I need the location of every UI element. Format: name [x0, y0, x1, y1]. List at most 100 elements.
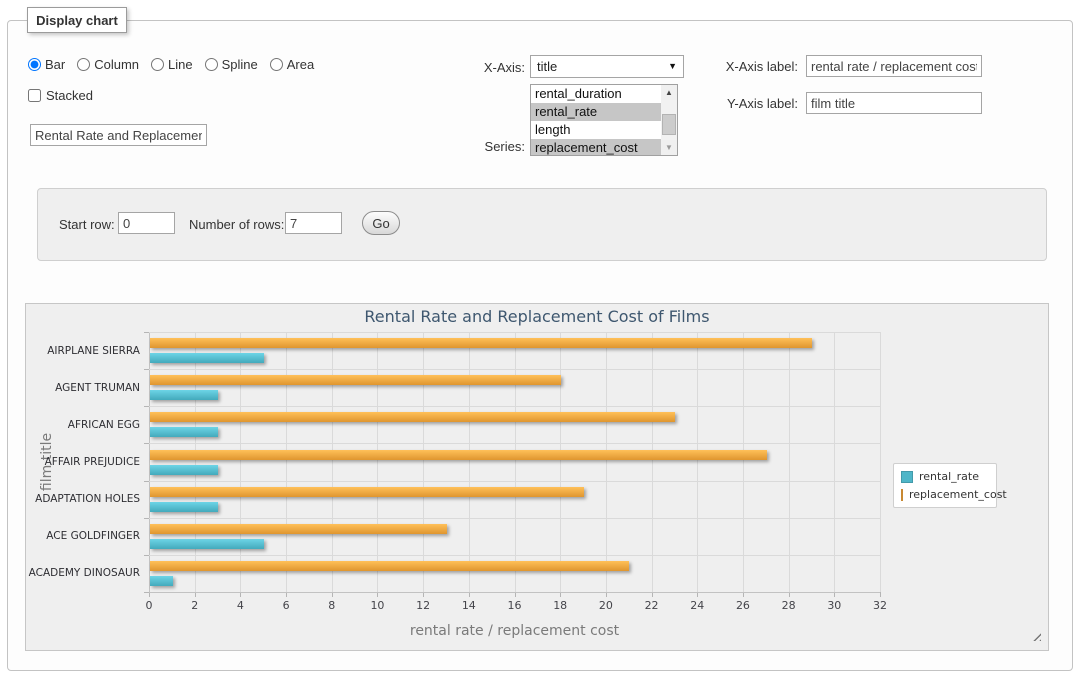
grid-line-v	[286, 332, 287, 592]
grid-line-v	[377, 332, 378, 592]
grid-line-v	[880, 332, 881, 592]
stacked-checkbox[interactable]	[28, 89, 41, 102]
bar-replacement_cost[interactable]	[150, 338, 812, 348]
category-label: ACE GOLDFINGER	[26, 530, 140, 542]
y-axis-tick	[144, 518, 149, 519]
bar-replacement_cost[interactable]	[150, 375, 561, 385]
bar-replacement_cost[interactable]	[150, 524, 447, 534]
grid-line-v	[743, 332, 744, 592]
grid-line-h	[149, 518, 880, 519]
x-axis-title: rental rate / replacement cost	[149, 623, 880, 639]
stacked-label: Stacked	[46, 88, 93, 103]
x-tick-label: 32	[865, 599, 895, 612]
x-axis-label-input[interactable]	[806, 55, 982, 77]
bar-rental_rate[interactable]	[150, 465, 218, 475]
stacked-group: Stacked	[28, 86, 93, 104]
category-label: AGENT TRUMAN	[26, 382, 140, 394]
category-label: ADAPTATION HOLES	[26, 493, 140, 505]
series-listbox[interactable]: rental_durationrental_ratelengthreplacem…	[530, 84, 678, 156]
panel-legend-label: Display chart	[36, 13, 118, 28]
grid-line-v	[423, 332, 424, 592]
grid-line-h	[149, 332, 880, 333]
bar-rental_rate[interactable]	[150, 539, 264, 549]
go-button[interactable]: Go	[362, 211, 400, 235]
grid-line-v	[195, 332, 196, 592]
chart-type-option: Column	[77, 57, 139, 72]
grid-line-v	[652, 332, 653, 592]
chart-type-label: Column	[94, 57, 139, 72]
chart-type-option: Spline	[205, 57, 258, 72]
x-axis-tick	[880, 592, 881, 597]
chart-type-radio-bar[interactable]	[28, 58, 41, 71]
chart-type-option: Area	[270, 57, 314, 72]
x-tick-label: 0	[134, 599, 164, 612]
go-button-label: Go	[372, 216, 389, 231]
x-axis-select-label: X-Axis:	[460, 60, 525, 75]
series-scrollbar[interactable]: ▲ ▼	[661, 85, 677, 155]
grid-line-v	[515, 332, 516, 592]
chart-type-option: Bar	[28, 57, 65, 72]
bar-replacement_cost[interactable]	[150, 412, 675, 422]
chart-type-label: Spline	[222, 57, 258, 72]
grid-line-v	[469, 332, 470, 592]
scroll-down-icon[interactable]: ▼	[661, 140, 677, 155]
x-tick-label: 2	[180, 599, 210, 612]
series-option-length[interactable]: length	[531, 121, 661, 139]
grid-line-h	[149, 369, 880, 370]
bar-rental_rate[interactable]	[150, 390, 218, 400]
number-of-rows-input[interactable]	[285, 212, 342, 234]
scroll-up-icon[interactable]: ▲	[661, 85, 677, 100]
number-of-rows-label: Number of rows:	[189, 217, 284, 232]
x-tick-label: 28	[774, 599, 804, 612]
chart-type-radio-column[interactable]	[77, 58, 90, 71]
start-row-input[interactable]	[118, 212, 175, 234]
grid-line-h	[149, 443, 880, 444]
series-option-replacement_cost[interactable]: replacement_cost	[531, 139, 661, 156]
chart-title: Rental Rate and Replacement Cost of Film…	[26, 307, 1048, 326]
grid-line-v	[834, 332, 835, 592]
chart-type-radio-spline[interactable]	[205, 58, 218, 71]
bar-replacement_cost[interactable]	[150, 450, 767, 460]
legend-label: replacement_cost	[909, 488, 1007, 501]
bar-replacement_cost[interactable]	[150, 561, 629, 571]
x-axis-selected-value: title	[537, 59, 557, 74]
grid-line-v	[697, 332, 698, 592]
page: Display chart Bar Column Line Spline Area St…	[0, 0, 1081, 681]
grid-line-h	[149, 592, 880, 593]
category-label: AIRPLANE SIERRA	[26, 345, 140, 357]
bar-replacement_cost[interactable]	[150, 487, 584, 497]
chart-type-radio-area[interactable]	[270, 58, 283, 71]
y-axis-label-input[interactable]	[806, 92, 982, 114]
y-axis-tick	[144, 443, 149, 444]
x-tick-label: 8	[317, 599, 347, 612]
bar-rental_rate[interactable]	[150, 353, 264, 363]
x-tick-label: 24	[682, 599, 712, 612]
series-option-rental_duration[interactable]: rental_duration	[531, 85, 661, 103]
chart-type-radio-line[interactable]	[151, 58, 164, 71]
chart-type-option: Line	[151, 57, 193, 72]
y-axis-tick	[144, 406, 149, 407]
x-tick-label: 12	[408, 599, 438, 612]
y-axis-tick	[144, 369, 149, 370]
series-option-rental_rate[interactable]: rental_rate	[531, 103, 661, 121]
x-axis-select[interactable]: title ▼	[530, 55, 684, 78]
chart-title-input[interactable]	[30, 124, 207, 146]
legend-item-rental_rate[interactable]: rental_rate	[901, 470, 989, 483]
grid-line-h	[149, 406, 880, 407]
start-row-label: Start row:	[59, 217, 115, 232]
chart-type-label: Line	[168, 57, 193, 72]
x-tick-label: 18	[545, 599, 575, 612]
bar-rental_rate[interactable]	[150, 576, 173, 586]
bar-rental_rate[interactable]	[150, 427, 218, 437]
legend-item-replacement_cost[interactable]: replacement_cost	[901, 488, 989, 501]
y-axis-tick	[144, 332, 149, 333]
chart-container: Rental Rate and Replacement Cost of Film…	[25, 303, 1049, 651]
chart-legend: rental_rate replacement_cost	[893, 463, 997, 508]
resize-handle-icon[interactable]	[1030, 630, 1041, 641]
grid-line-v	[332, 332, 333, 592]
chart-type-label: Area	[287, 57, 314, 72]
bar-rental_rate[interactable]	[150, 502, 218, 512]
x-tick-label: 30	[819, 599, 849, 612]
grid-line-h	[149, 555, 880, 556]
scroll-thumb[interactable]	[662, 114, 676, 135]
